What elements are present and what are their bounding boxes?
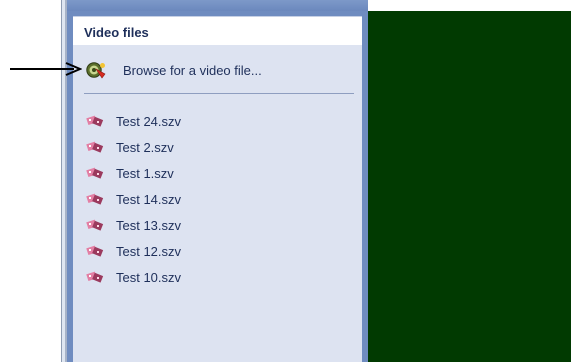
file-label: Test 24.szv: [116, 113, 182, 129]
video-files-panel: Video files Browse for a video file... T…: [73, 16, 362, 362]
file-label: Test 14.szv: [116, 191, 182, 207]
video-file-item[interactable]: Test 2.szv: [86, 134, 181, 160]
file-label: Test 10.szv: [116, 269, 182, 285]
screenshot: Video files Browse for a video file... T…: [0, 0, 571, 362]
panel-header: Video files: [73, 17, 362, 45]
video-file-icon: [86, 244, 104, 258]
pointer-arrow-icon: [10, 62, 82, 76]
file-label: Test 2.szv: [116, 139, 174, 155]
video-file-item[interactable]: Test 1.szv: [86, 160, 181, 186]
browse-video-icon: [85, 61, 107, 79]
divider: [84, 93, 354, 94]
video-file-item[interactable]: Test 13.szv: [86, 212, 181, 238]
video-file-list: Test 24.szv Test 2.szv Test 1.szv Test 1…: [86, 108, 181, 290]
video-file-icon: [86, 166, 104, 180]
video-file-icon: [86, 270, 104, 284]
video-file-item[interactable]: Test 14.szv: [86, 186, 181, 212]
video-file-item[interactable]: Test 24.szv: [86, 108, 181, 134]
video-file-icon: [86, 114, 104, 128]
video-file-icon: [86, 218, 104, 232]
video-file-item[interactable]: Test 12.szv: [86, 238, 181, 264]
browse-label: Browse for a video file...: [123, 62, 262, 78]
video-display-area[interactable]: [368, 11, 571, 362]
pane-top-strip: [67, 0, 368, 11]
video-file-item[interactable]: Test 10.szv: [86, 264, 181, 290]
file-label: Test 1.szv: [116, 165, 174, 181]
video-file-icon: [86, 140, 104, 154]
video-file-icon: [86, 192, 104, 206]
file-label: Test 12.szv: [116, 243, 182, 259]
browse-video-link[interactable]: Browse for a video file...: [85, 60, 262, 80]
file-label: Test 13.szv: [116, 217, 182, 233]
side-pane: Video files Browse for a video file... T…: [67, 0, 368, 362]
panel-title: Video files: [84, 25, 149, 40]
